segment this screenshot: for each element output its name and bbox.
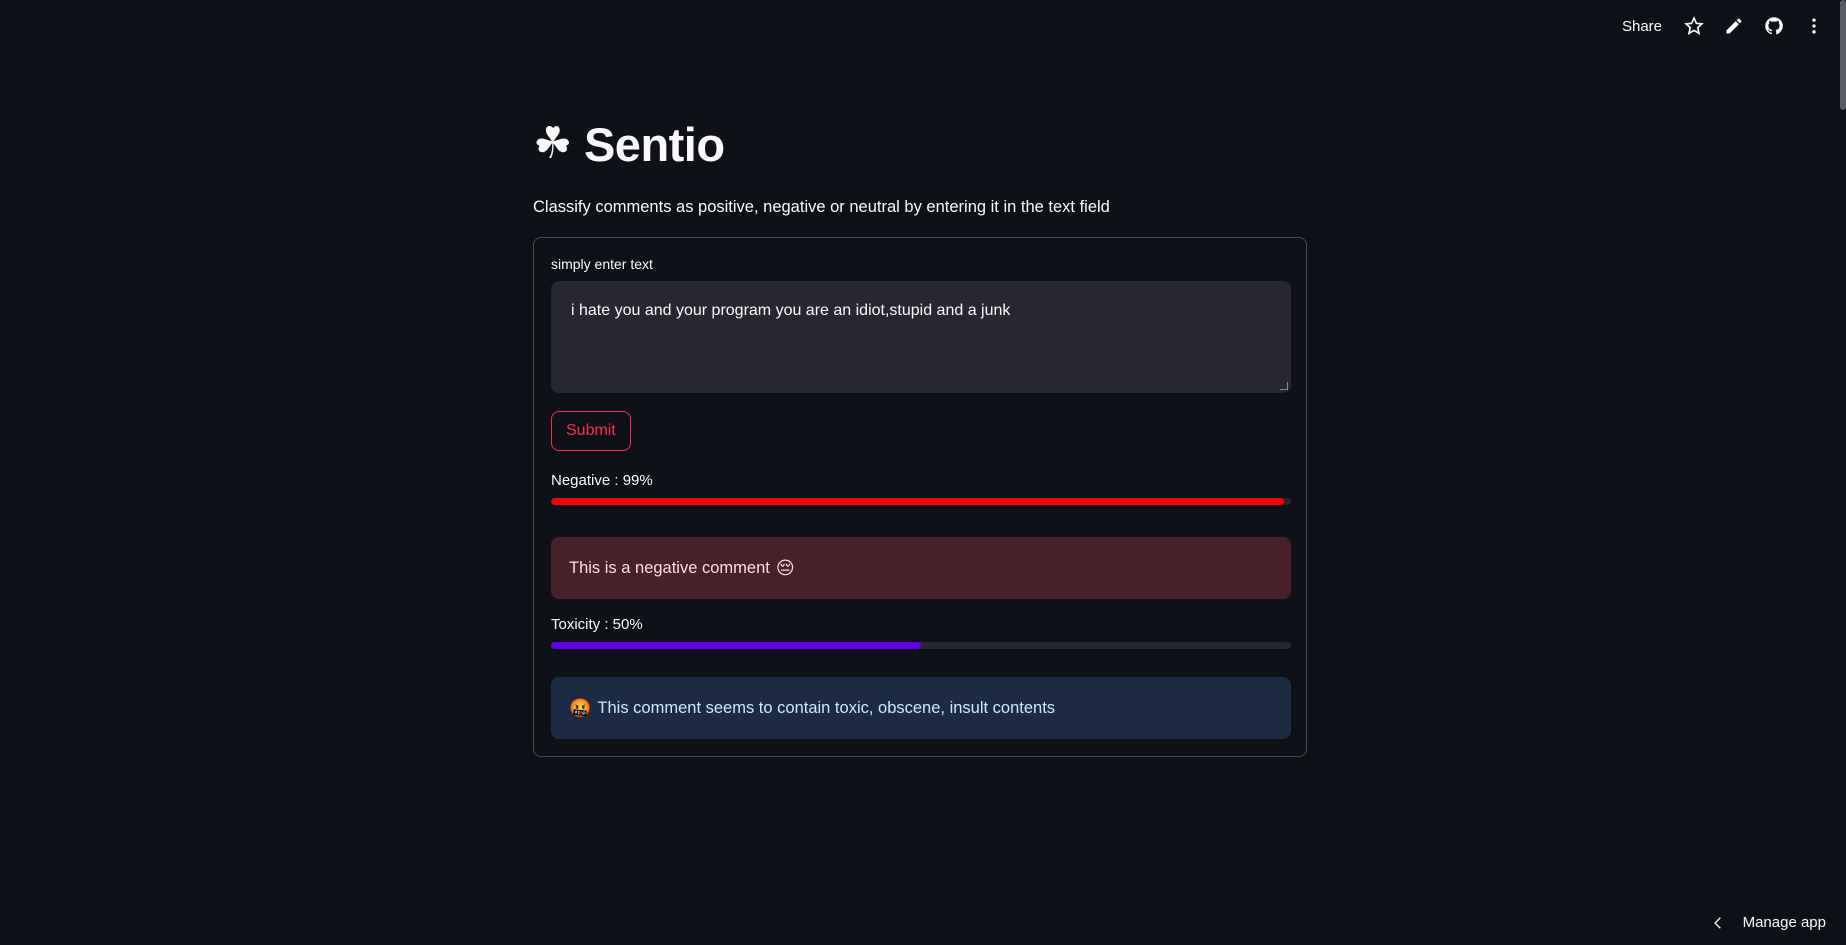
chevron-left-icon <box>1713 916 1721 929</box>
pencil-icon[interactable] <box>1716 8 1752 44</box>
classify-form: simply enter text i hate you and your pr… <box>533 237 1307 757</box>
negative-alert-text: This is a negative comment <box>569 558 770 577</box>
clover-icon: ☘ <box>533 119 572 168</box>
page-scrollbar[interactable] <box>1838 0 1846 945</box>
resize-handle-icon[interactable] <box>1280 382 1288 390</box>
negative-progress-bar <box>551 498 1291 505</box>
toxicity-progress-fill <box>551 642 921 649</box>
negative-alert: This is a negative comment 😔 <box>551 537 1291 599</box>
scrollbar-thumb[interactable] <box>1840 0 1846 110</box>
github-icon[interactable] <box>1756 8 1792 44</box>
star-icon[interactable] <box>1676 8 1712 44</box>
text-field-label: simply enter text <box>551 256 653 272</box>
negative-progress-fill <box>551 498 1284 505</box>
toxicity-label: Toxicity : 50% <box>551 616 643 633</box>
page-title-text: Sentio <box>583 117 725 171</box>
manage-app-label: Manage app <box>1742 914 1826 931</box>
cursing-face-icon: 🤬 <box>569 697 592 718</box>
toxicity-alert: 🤬 This comment seems to contain toxic, o… <box>551 677 1291 739</box>
toxicity-alert-text: This comment seems to contain toxic, obs… <box>597 698 1056 717</box>
page-title: ☘ Sentio <box>533 110 1307 178</box>
share-button[interactable]: Share <box>1612 12 1672 41</box>
comment-textarea[interactable]: i hate you and your program you are an i… <box>551 281 1291 393</box>
toxicity-progress-bar <box>551 642 1291 649</box>
app-toolbar: Share <box>1612 0 1832 52</box>
page-subtitle: Classify comments as positive, negative … <box>533 198 1110 216</box>
pensive-face-icon: 😔 <box>775 557 795 578</box>
main-content: ☘ Sentio Classify comments as positive, … <box>533 110 1307 757</box>
negative-label: Negative : 99% <box>551 472 653 489</box>
more-vertical-icon[interactable] <box>1796 8 1832 44</box>
manage-app-button[interactable]: Manage app <box>1711 914 1826 931</box>
submit-button[interactable]: Submit <box>551 411 631 451</box>
comment-textarea-value: i hate you and your program you are an i… <box>571 302 1011 319</box>
